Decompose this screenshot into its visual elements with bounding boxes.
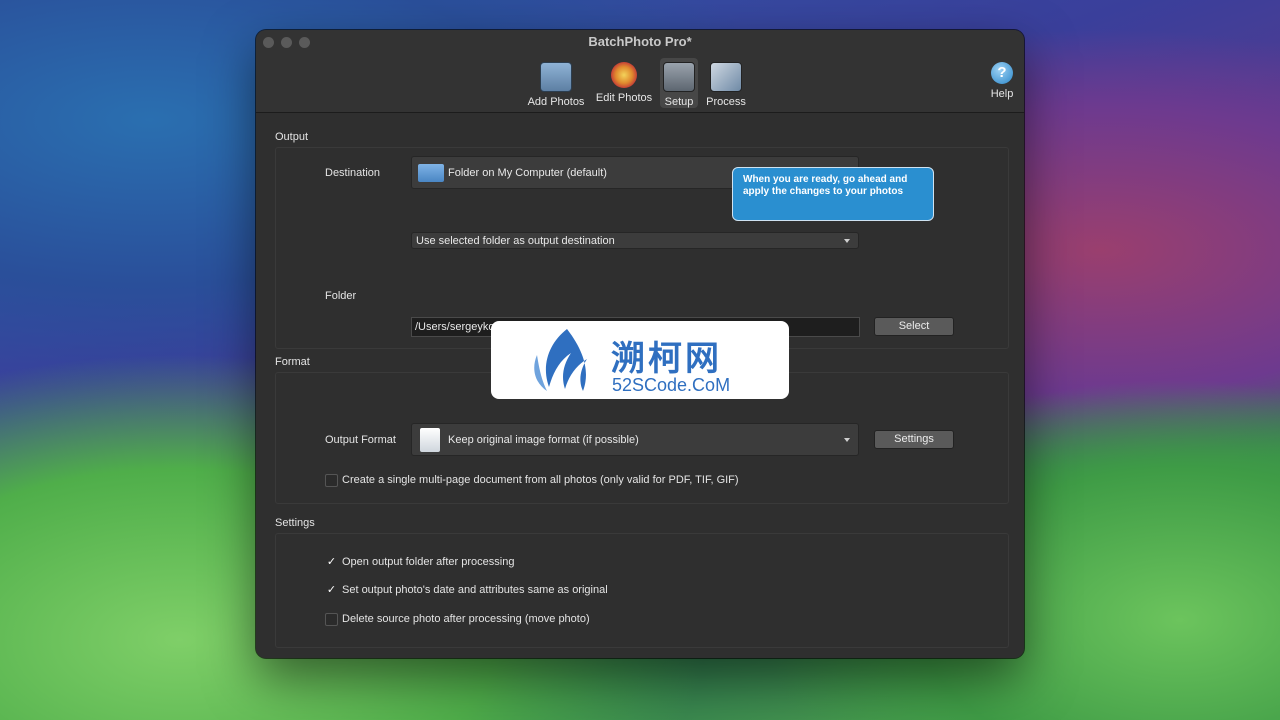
toolbar-add-photos-label: Add Photos xyxy=(527,96,585,108)
edit-photos-icon xyxy=(611,62,637,88)
watermark-en-text: 52SCode.CoM xyxy=(612,375,731,395)
process-tooltip: When you are ready, go ahead and apply t… xyxy=(732,167,934,221)
watermark-cn-text: 溯柯网 xyxy=(611,340,722,378)
output-section-label: Output xyxy=(275,131,309,143)
setup-icon xyxy=(663,62,695,92)
keep-date-attributes-checkbox[interactable]: ✓ xyxy=(325,584,338,597)
titlebar: BatchPhoto Pro* Add Photos Edit Photos S… xyxy=(256,30,1024,113)
image-format-icon xyxy=(420,428,440,452)
add-photos-icon xyxy=(540,62,572,92)
format-section-label: Format xyxy=(275,356,310,368)
toolbar-help[interactable]: ? Help xyxy=(984,58,1020,108)
process-icon xyxy=(710,62,742,92)
delete-source-label: Delete source photo after processing (mo… xyxy=(342,613,590,625)
open-output-folder-checkbox[interactable]: ✓ xyxy=(325,556,338,569)
help-icon: ? xyxy=(991,62,1013,84)
toolbar-add-photos[interactable]: Add Photos xyxy=(526,58,586,108)
window-title: BatchPhoto Pro* xyxy=(588,34,692,49)
folder-icon xyxy=(418,164,444,182)
multipage-label: Create a single multi-page document from… xyxy=(342,474,739,486)
toolbar-setup[interactable]: Setup xyxy=(660,58,698,108)
output-format-value: Keep original image format (if possible) xyxy=(448,434,639,446)
format-settings-button[interactable]: Settings xyxy=(874,430,954,449)
wing-logo-icon xyxy=(534,329,587,391)
toolbar-edit-photos-label: Edit Photos xyxy=(595,92,653,104)
delete-source-checkbox[interactable] xyxy=(325,613,338,626)
toolbar-setup-label: Setup xyxy=(664,96,694,108)
toolbar-process[interactable]: Process xyxy=(702,58,750,108)
chevron-down-icon xyxy=(844,437,850,442)
chevron-down-icon xyxy=(844,238,850,243)
multipage-checkbox[interactable] xyxy=(325,474,338,487)
destination-value: Folder on My Computer (default) xyxy=(448,167,607,179)
folder-label: Folder xyxy=(325,290,357,302)
toolbar-help-label: Help xyxy=(990,88,1014,100)
watermark-logo: 溯柯网 52SCode.CoM xyxy=(491,321,789,399)
destination-mode-value: Use selected folder as output destinatio… xyxy=(416,235,615,247)
keep-date-attributes-label: Set output photo's date and attributes s… xyxy=(342,584,608,596)
destination-mode-popup[interactable]: Use selected folder as output destinatio… xyxy=(411,232,859,249)
open-output-folder-label: Open output folder after processing xyxy=(342,556,515,568)
toolbar-process-label: Process xyxy=(706,96,746,108)
destination-label: Destination xyxy=(325,167,381,179)
select-folder-button[interactable]: Select xyxy=(874,317,954,336)
toolbar-edit-photos[interactable]: Edit Photos xyxy=(594,58,654,108)
output-format-popup[interactable]: Keep original image format (if possible) xyxy=(411,423,859,456)
output-format-label: Output Format xyxy=(325,434,396,446)
settings-section-label: Settings xyxy=(275,517,315,529)
